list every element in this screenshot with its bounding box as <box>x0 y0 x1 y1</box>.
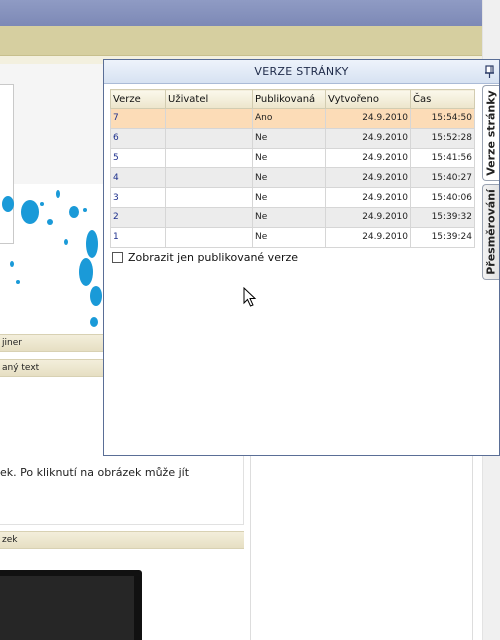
cell-uzivatel <box>165 127 253 149</box>
toolbar-strip <box>0 26 482 56</box>
cell-vytvoreno: 24.9.2010 <box>325 147 411 169</box>
cell-vytvoreno: 24.9.2010 <box>325 187 411 208</box>
table-row[interactable]: 7 Ano 24.9.2010 15:54:50 <box>110 108 475 129</box>
cell-uzivatel <box>165 226 253 248</box>
cell-cas: 15:54:50 <box>410 108 475 129</box>
cell-cas: 15:52:28 <box>410 127 475 149</box>
cell-uzivatel <box>165 187 253 208</box>
cell-uzivatel <box>165 147 253 169</box>
tab-verze-stranky[interactable]: Verze stránky <box>482 85 499 181</box>
cell-cas: 15:39:24 <box>410 226 475 248</box>
section-header-any-text: aný text <box>0 359 104 377</box>
table-row[interactable]: 6 Ne 24.9.2010 15:52:28 <box>110 127 475 149</box>
side-tabs: Verze stránky Přesměrování <box>481 85 499 455</box>
column-header-publikovana[interactable]: Publikovaná <box>252 89 326 109</box>
cell-verze: 3 <box>110 187 166 208</box>
pin-icon[interactable] <box>481 63 497 79</box>
mouse-cursor-icon <box>243 287 257 307</box>
table-row[interactable]: 1 Ne 24.9.2010 15:39:24 <box>110 226 475 248</box>
column-divider-right <box>472 455 473 640</box>
column-header-verze[interactable]: Verze <box>110 89 166 109</box>
section-header-zek: zek <box>0 531 244 549</box>
panel-title: VERZE STRÁNKY <box>104 60 499 84</box>
cell-uzivatel <box>165 108 253 129</box>
tab-label: Přesměrování <box>484 189 498 275</box>
table-row[interactable]: 3 Ne 24.9.2010 15:40:06 <box>110 187 475 208</box>
cell-cas: 15:40:27 <box>410 167 475 189</box>
column-header-uzivatel[interactable]: Uživatel <box>165 89 253 109</box>
monitor-image <box>0 570 142 640</box>
table-row[interactable]: 4 Ne 24.9.2010 15:40:27 <box>110 167 475 189</box>
cell-publikovana: Ne <box>252 187 326 208</box>
tab-label: Verze stránky <box>484 90 498 176</box>
cell-publikovana: Ne <box>252 127 326 149</box>
cell-verze: 1 <box>110 226 166 248</box>
cell-publikovana: Ne <box>252 206 326 228</box>
cell-verze: 6 <box>110 127 166 149</box>
cell-cas: 15:41:56 <box>410 147 475 169</box>
cell-cas: 15:40:06 <box>410 187 475 208</box>
top-banner <box>0 0 482 26</box>
column-divider <box>250 455 251 640</box>
page-versions-panel: VERZE STRÁNKY Verze stránky Přesměrování… <box>103 59 500 456</box>
column-header-cas[interactable]: Čas <box>410 89 475 109</box>
cell-verze: 2 <box>110 206 166 228</box>
cell-uzivatel <box>165 206 253 228</box>
versions-table: Verze Uživatel Publikovaná Vytvořeno Čas… <box>110 89 475 248</box>
tab-presmerovani[interactable]: Přesměrování <box>482 184 499 280</box>
column-header-vytvoreno[interactable]: Vytvořeno <box>325 89 411 109</box>
published-only-filter[interactable]: Zobrazit jen publikované verze <box>112 251 298 264</box>
table-header-row: Verze Uživatel Publikovaná Vytvořeno Čas <box>110 89 475 109</box>
left-panel <box>0 64 104 244</box>
cell-publikovana: Ne <box>252 167 326 189</box>
table-row[interactable]: 5 Ne 24.9.2010 15:41:56 <box>110 147 475 169</box>
cell-vytvoreno: 24.9.2010 <box>325 127 411 149</box>
cell-publikovana: Ne <box>252 147 326 169</box>
cell-verze: 4 <box>110 167 166 189</box>
cell-vytvoreno: 24.9.2010 <box>325 206 411 228</box>
section-header-jiner: jiner <box>0 334 104 352</box>
cell-publikovana: Ano <box>252 108 326 129</box>
table-row[interactable]: 2 Ne 24.9.2010 15:39:32 <box>110 206 475 228</box>
cell-vytvoreno: 24.9.2010 <box>325 167 411 189</box>
cell-uzivatel <box>165 167 253 189</box>
paint-splash-image <box>2 190 102 327</box>
cell-cas: 15:39:32 <box>410 206 475 228</box>
cell-vytvoreno: 24.9.2010 <box>325 108 411 129</box>
cell-vytvoreno: 24.9.2010 <box>325 226 411 248</box>
published-only-checkbox[interactable] <box>112 252 123 263</box>
cell-verze: 7 <box>110 108 166 129</box>
cell-publikovana: Ne <box>252 226 326 248</box>
published-only-label: Zobrazit jen publikované verze <box>128 251 299 264</box>
cell-verze: 5 <box>110 147 166 169</box>
body-text: ek. Po kliknutí na obrázek může jít <box>0 466 190 479</box>
